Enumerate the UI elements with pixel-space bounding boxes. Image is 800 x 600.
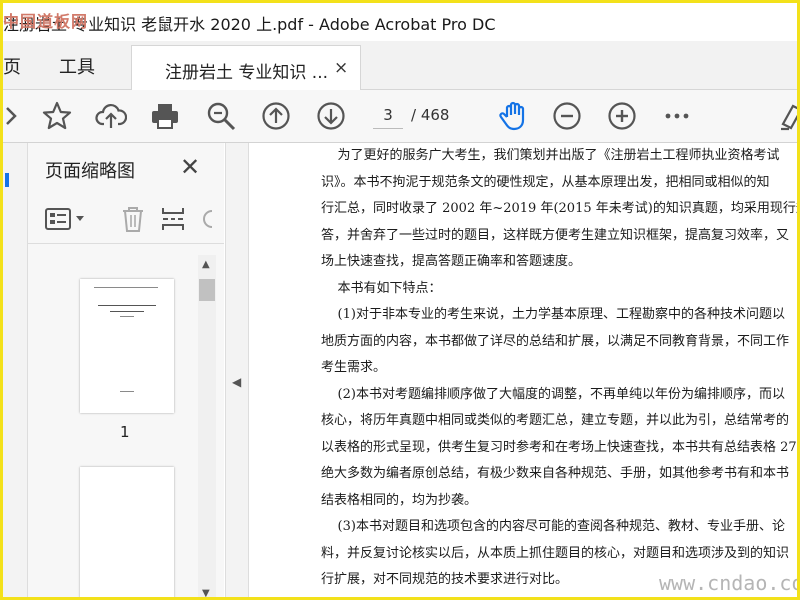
paragraph-line: 本书有如下特点： <box>321 280 442 296</box>
tab-tools[interactable]: 工具 <box>59 53 95 79</box>
watermark-left: 中国道板网 <box>3 12 89 31</box>
watermark-right: www.cndao.com <box>659 571 800 595</box>
panel-title: 页面缩略图 <box>45 161 135 182</box>
document-tab-label: 注册岩土 专业知识 ... <box>165 63 329 83</box>
paragraph-line: 以表格的形式呈现，供考生复习时参考和在考场上快速查找，本书共有总结表格 270 <box>321 439 797 455</box>
page-thumbnail-1[interactable] <box>80 279 174 413</box>
paragraph-line: 结表格相同的，均为抄袭。 <box>321 492 478 508</box>
nav-active-marker[interactable] <box>5 173 9 187</box>
paragraph-line: 绝大多数为编者原创总结，有极少数来自各种规范、手册，如其他参考书有和本书 <box>321 466 790 481</box>
paragraph-line: 考生需求。 <box>321 360 387 375</box>
tab-document[interactable]: 注册岩土 专业知识 ... × <box>131 45 361 90</box>
paragraph-line: 为了更好的服务广大考生，我们策划并出版了《注册岩土工程师执业资格考试 <box>321 148 780 163</box>
page-total: / 468 <box>411 106 450 124</box>
close-icon[interactable]: × <box>334 58 348 78</box>
document-page: 为了更好的服务广大考生，我们策划并出版了《注册岩土工程师执业资格考试 识》。本书… <box>249 143 797 597</box>
page-thumbnail-2[interactable] <box>80 467 174 597</box>
highlighter-icon[interactable] <box>775 100 797 132</box>
panel-close-icon[interactable]: ✕ <box>180 153 200 181</box>
paragraph-line: (1)对于非本专业的考生来说，土力学基本原理、工程勘察中的各种技术问题以 <box>321 307 785 322</box>
panel-toolbar <box>28 195 224 244</box>
hand-tool-icon[interactable] <box>497 100 529 132</box>
zoom-out-icon[interactable] <box>551 100 583 132</box>
page-nav-icon[interactable] <box>3 100 17 132</box>
title-bar: 注册岩土 专业知识 老鼠开水 2020 上.pdf - Adobe Acroba… <box>3 3 797 41</box>
zoom-in-icon[interactable] <box>606 100 638 132</box>
insert-page-icon[interactable] <box>160 205 186 233</box>
panel-splitter[interactable]: ◀ <box>225 143 249 597</box>
tab-bar: 页 工具 注册岩土 专业知识 ... × <box>3 41 797 90</box>
bookmark-star-icon[interactable] <box>41 100 73 132</box>
print-icon[interactable] <box>149 100 181 132</box>
paragraph-line: 答，并舍弃了一些过时的题目，这样既方便考生建立知识框架，提高复习效率，又 <box>321 227 790 243</box>
paragraph-line: 料，并反复讨论核实以后，从本质上抓住题目的核心，对题目和选项涉及到的知识 <box>321 545 790 561</box>
rotate-icon[interactable] <box>200 207 216 231</box>
paragraph-line: (3)本书对题目和选项包含的内容尽可能的查阅各种规范、教材、专业手册、论 <box>321 519 785 534</box>
toolbar: / 468 <box>3 90 797 143</box>
paragraph-line: (2)本书对考题编排顺序做了大幅度的调整，不再单纯以年份为编排顺序，而以 <box>321 386 785 402</box>
scroll-up-icon[interactable]: ▲ <box>202 259 210 270</box>
acrobat-window: 注册岩土 专业知识 老鼠开水 2020 上.pdf - Adobe Acroba… <box>0 0 800 600</box>
scroll-down-icon[interactable]: ▼ <box>202 588 210 597</box>
paragraph-line: 行汇总，同时收录了 2002 年~2019 年(2015 年未考试)的知识真题，… <box>321 201 797 216</box>
upload-cloud-icon[interactable] <box>95 100 128 132</box>
paragraph-line: 场上快速查找，提高答题正确率和答题速度。 <box>321 254 582 269</box>
page-up-icon[interactable] <box>260 100 292 132</box>
thumbnail-options-icon[interactable] <box>44 207 88 231</box>
page-down-icon[interactable] <box>315 100 347 132</box>
more-icon[interactable] <box>661 100 693 132</box>
search-zoom-icon[interactable] <box>205 100 237 132</box>
page-number-input[interactable] <box>373 102 403 129</box>
page-thumbnails-panel: 页面缩略图 ✕ 1 ▲ ▼ <box>28 143 224 597</box>
thumbnail-scrollbar[interactable]: ▲ ▼ <box>198 255 216 597</box>
paragraph-line: 识》。本书不拘泥于规范条文的硬性规定，从基本原理出发，把相同或相似的知 <box>321 174 770 190</box>
navigation-pane-strip <box>3 143 28 597</box>
paragraph-line: 核心，将历年真题中相同或类似的考题汇总，建立专题，并以此为引，总结常考的 <box>321 413 790 428</box>
scrollbar-thumb[interactable] <box>199 279 215 301</box>
page-thumbnail-label: 1 <box>120 423 130 441</box>
trash-icon[interactable] <box>120 205 146 233</box>
collapse-panel-icon[interactable]: ◀ <box>232 375 241 389</box>
paragraph-line: 地质方面的内容，本书都做了详尽的总结和扩展，以满足不同教育背景，不同工作 <box>321 333 790 349</box>
thumbnail-list: 1 <box>28 255 224 597</box>
tab-home[interactable]: 页 <box>3 53 21 79</box>
document-view[interactable]: 为了更好的服务广大考生，我们策划并出版了《注册岩土工程师执业资格考试 识》。本书… <box>249 143 797 597</box>
